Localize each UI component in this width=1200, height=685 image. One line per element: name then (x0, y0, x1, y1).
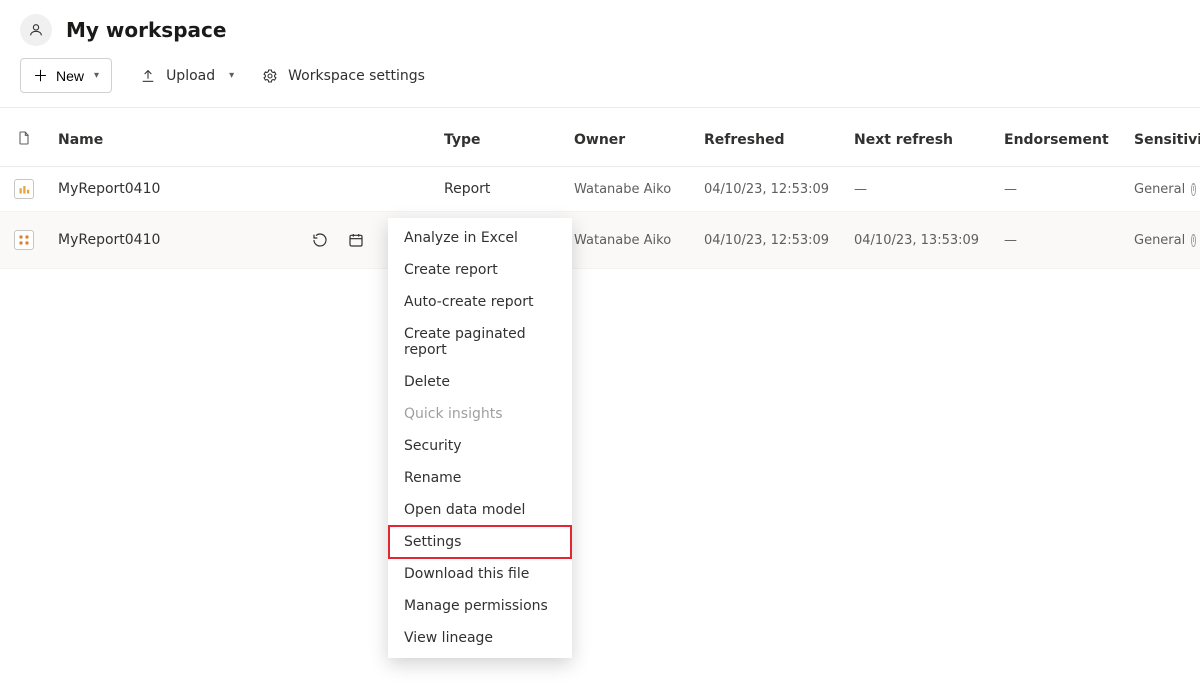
menu-item-download-file[interactable]: Download this file (388, 558, 572, 590)
plus-icon: ＋ (33, 65, 48, 86)
menu-item-rename[interactable]: Rename (388, 462, 572, 494)
row-actions (304, 224, 378, 256)
row-sensitivity: General (1134, 233, 1185, 248)
column-header-next-refresh[interactable]: Next refresh (844, 108, 994, 167)
row-endorsement: — (994, 212, 1124, 269)
column-header-type[interactable]: Type (434, 108, 564, 167)
new-button-label: New (56, 68, 84, 84)
person-icon (28, 22, 44, 38)
upload-label: Upload (166, 68, 215, 84)
toolbar: ＋ New ▾ Upload ▾ Workspace settings (0, 58, 1200, 108)
chevron-down-icon: ▾ (94, 70, 99, 81)
info-icon[interactable]: i (1191, 183, 1196, 196)
gear-icon (262, 68, 278, 84)
report-icon (14, 179, 34, 199)
row-refreshed: 04/10/23, 12:53:09 (694, 212, 844, 269)
column-header-icon (0, 108, 48, 167)
row-endorsement: — (994, 167, 1124, 212)
menu-item-settings[interactable]: Settings (388, 525, 572, 559)
menu-item-create-report[interactable]: Create report (388, 254, 572, 286)
menu-item-quick-insights: Quick insights (388, 398, 572, 430)
menu-item-analyze-excel[interactable]: Analyze in Excel (388, 222, 572, 254)
menu-item-view-lineage[interactable]: View lineage (388, 622, 572, 654)
menu-item-auto-create-report[interactable]: Auto-create report (388, 286, 572, 318)
column-header-sensitivity[interactable]: Sensitivity (1124, 108, 1200, 167)
row-next-refresh: 04/10/23, 13:53:09 (844, 212, 994, 269)
row-owner: Watanabe Aiko (564, 212, 694, 269)
column-header-endorsement[interactable]: Endorsement (994, 108, 1124, 167)
column-header-refreshed[interactable]: Refreshed (694, 108, 844, 167)
workspace-title: My workspace (66, 18, 226, 42)
schedule-refresh-button[interactable] (340, 224, 372, 256)
table-row[interactable]: MyReport0410 (0, 212, 1200, 269)
file-icon (16, 130, 32, 146)
info-icon[interactable]: i (1191, 234, 1196, 247)
row-owner: Watanabe Aiko (564, 167, 694, 212)
workspace-avatar (20, 14, 52, 46)
table-row[interactable]: MyReport0410 Report Watanabe Aiko 04/10/… (0, 167, 1200, 212)
context-menu: Analyze in Excel Create report Auto-crea… (388, 218, 572, 658)
content-table-area: Name Type Owner Refreshed Next refresh E… (0, 108, 1200, 269)
new-button[interactable]: ＋ New ▾ (20, 58, 112, 93)
upload-icon (140, 68, 156, 84)
dataset-icon (14, 230, 34, 250)
row-sensitivity-cell: General i (1124, 167, 1200, 212)
workspace-settings-label: Workspace settings (288, 68, 425, 84)
row-type-icon-cell (0, 167, 48, 212)
row-actions-cell (388, 167, 434, 212)
content-table: Name Type Owner Refreshed Next refresh E… (0, 108, 1200, 269)
row-sensitivity: General (1134, 182, 1185, 197)
workspace-header: My workspace (0, 0, 1200, 58)
row-type-icon-cell (0, 212, 48, 269)
row-refreshed: 04/10/23, 12:53:09 (694, 167, 844, 212)
row-next-refresh: — (844, 167, 994, 212)
upload-button[interactable]: Upload ▾ (140, 68, 234, 84)
menu-item-create-paginated-report[interactable]: Create paginated report (388, 318, 572, 366)
table-header-row: Name Type Owner Refreshed Next refresh E… (0, 108, 1200, 167)
menu-item-security[interactable]: Security (388, 430, 572, 462)
row-name[interactable]: MyReport0410 (48, 167, 388, 212)
column-header-owner[interactable]: Owner (564, 108, 694, 167)
workspace-settings-button[interactable]: Workspace settings (262, 68, 425, 84)
refresh-button[interactable] (304, 224, 336, 256)
menu-item-open-data-model[interactable]: Open data model (388, 494, 572, 526)
row-name[interactable]: MyReport0410 (48, 212, 388, 269)
column-header-name[interactable]: Name (48, 108, 388, 167)
column-header-actions (388, 108, 434, 167)
menu-item-delete[interactable]: Delete (388, 366, 572, 398)
row-sensitivity-cell: General i (1124, 212, 1200, 269)
row-name-text: MyReport0410 (58, 232, 160, 248)
row-type: Report (434, 167, 564, 212)
menu-item-manage-permissions[interactable]: Manage permissions (388, 590, 572, 622)
chevron-down-icon: ▾ (229, 70, 234, 81)
